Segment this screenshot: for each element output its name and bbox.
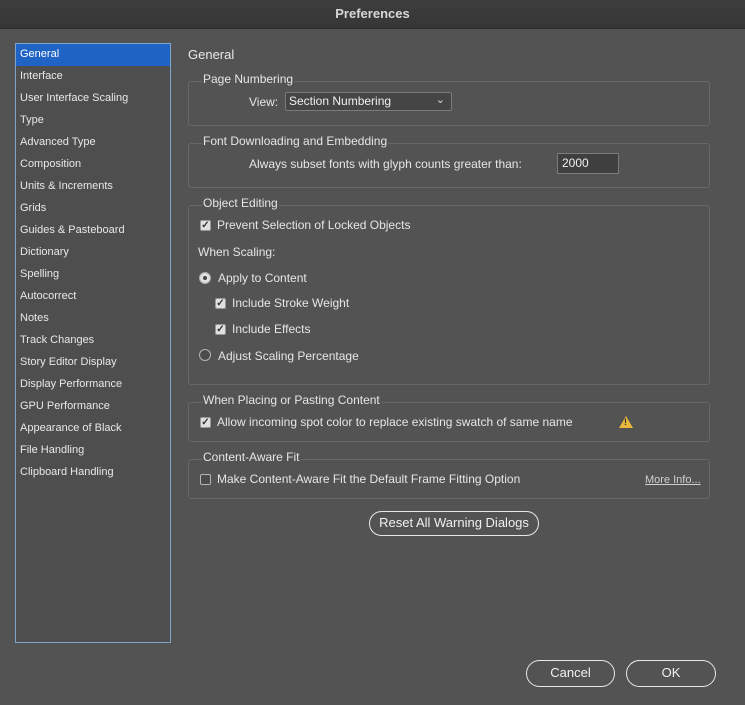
sidebar-item-display-performance[interactable]: Display Performance	[16, 374, 170, 396]
cancel-button[interactable]: Cancel	[526, 660, 615, 687]
sidebar-item-spelling[interactable]: Spelling	[16, 264, 170, 286]
adjust-scaling-radio[interactable]	[199, 349, 211, 361]
sidebar-item-autocorrect[interactable]: Autocorrect	[16, 286, 170, 308]
sidebar-item-user-interface-scaling[interactable]: User Interface Scaling	[16, 88, 170, 110]
adjust-scaling-label: Adjust Scaling Percentage	[218, 349, 359, 363]
include-stroke-weight-label: Include Stroke Weight	[232, 296, 350, 310]
allow-spot-color-label: Allow incoming spot color to replace exi…	[217, 415, 573, 429]
reset-warning-dialogs-button[interactable]: Reset All Warning Dialogs	[369, 511, 539, 536]
window-title: Preferences	[335, 6, 410, 21]
subset-fonts-label: Always subset fonts with glyph counts gr…	[249, 157, 522, 171]
include-stroke-weight-checkbox[interactable]: ✓	[215, 298, 226, 309]
sidebar-item-composition[interactable]: Composition	[16, 154, 170, 176]
sidebar-item-interface[interactable]: Interface	[16, 66, 170, 88]
apply-to-content-label: Apply to Content	[218, 271, 307, 285]
sidebar-item-type[interactable]: Type	[16, 110, 170, 132]
content-aware-default-label: Make Content-Aware Fit the Default Frame…	[217, 472, 521, 486]
sidebar-item-units-increments[interactable]: Units & Increments	[16, 176, 170, 198]
sidebar-item-general[interactable]: General	[16, 44, 170, 66]
sidebar-item-guides-pasteboard[interactable]: Guides & Pasteboard	[16, 220, 170, 242]
include-effects-label: Include Effects	[232, 322, 311, 336]
view-select[interactable]: Section Numbering ⌄	[285, 92, 452, 111]
preferences-category-list[interactable]: General Interface User Interface Scaling…	[15, 43, 171, 643]
include-effects-checkbox[interactable]: ✓	[215, 324, 226, 335]
sidebar-item-file-handling[interactable]: File Handling	[16, 440, 170, 462]
apply-to-content-radio[interactable]	[199, 272, 211, 284]
sidebar-item-gpu-performance[interactable]: GPU Performance	[16, 396, 170, 418]
ok-button[interactable]: OK	[626, 660, 716, 687]
sidebar-item-track-changes[interactable]: Track Changes	[16, 330, 170, 352]
sidebar-item-dictionary[interactable]: Dictionary	[16, 242, 170, 264]
view-select-value: Section Numbering	[289, 94, 392, 108]
prevent-selection-checkbox[interactable]: ✓	[200, 220, 211, 231]
chevron-down-icon: ⌄	[435, 94, 445, 106]
sidebar-item-advanced-type[interactable]: Advanced Type	[16, 132, 170, 154]
sidebar-item-notes[interactable]: Notes	[16, 308, 170, 330]
subset-fonts-field[interactable]: 2000	[557, 153, 619, 174]
content-aware-fit-title: Content-Aware Fit	[202, 450, 301, 464]
view-label: View:	[249, 95, 279, 109]
placing-content-title: When Placing or Pasting Content	[202, 393, 381, 407]
sidebar-item-appearance-of-black[interactable]: Appearance of Black	[16, 418, 170, 440]
title-bar: Preferences	[0, 0, 745, 29]
sidebar-item-grids[interactable]: Grids	[16, 198, 170, 220]
content-aware-default-checkbox[interactable]	[200, 474, 211, 485]
sidebar-item-clipboard-handling[interactable]: Clipboard Handling	[16, 462, 170, 484]
when-scaling-label: When Scaling:	[198, 245, 276, 259]
sidebar-item-story-editor-display[interactable]: Story Editor Display	[16, 352, 170, 374]
prevent-selection-label: Prevent Selection of Locked Objects	[217, 218, 411, 232]
object-editing-title: Object Editing	[202, 196, 279, 210]
page-numbering-title: Page Numbering	[202, 72, 295, 86]
more-info-link[interactable]: More Info...	[645, 474, 701, 486]
page-title: General	[188, 47, 235, 62]
warning-icon[interactable]: !	[619, 416, 633, 428]
font-downloading-title: Font Downloading and Embedding	[202, 134, 389, 148]
allow-spot-color-checkbox[interactable]: ✓	[200, 417, 211, 428]
